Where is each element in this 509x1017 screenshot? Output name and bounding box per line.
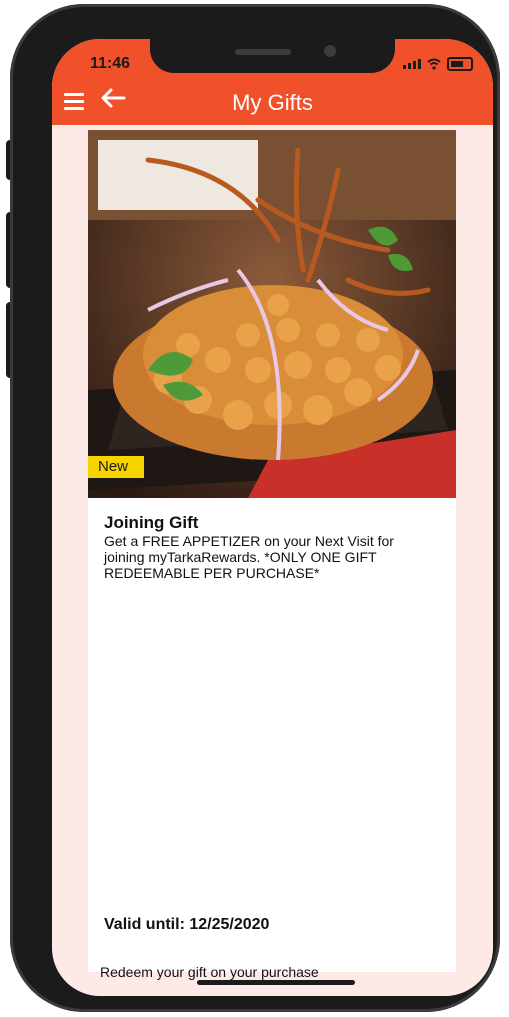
battery-icon bbox=[447, 57, 473, 71]
app-header: 11:46 My Gifts bbox=[52, 39, 493, 125]
wifi-icon bbox=[427, 58, 441, 70]
screen: 11:46 My Gifts New Joining Gift Get a FR… bbox=[52, 39, 493, 996]
status-icons bbox=[403, 57, 473, 71]
redeem-note: Redeem your gift on your purchase bbox=[100, 964, 319, 980]
notch bbox=[150, 39, 395, 73]
camera bbox=[324, 45, 336, 57]
status-time: 11:46 bbox=[90, 55, 131, 72]
gift-description: Get a FREE APPETIZER on your Next Visit … bbox=[104, 533, 394, 581]
home-indicator[interactable] bbox=[197, 980, 355, 985]
speaker bbox=[235, 49, 291, 55]
valid-until: Valid until: 12/25/2020 bbox=[104, 916, 270, 933]
gift-image: New bbox=[88, 130, 456, 498]
phone-frame: 11:46 My Gifts New Joining Gift Get a FR… bbox=[10, 4, 500, 1012]
gift-card[interactable]: New Joining Gift Get a FREE APPETIZER on… bbox=[88, 130, 456, 980]
page-title: My Gifts bbox=[232, 90, 313, 115]
gift-title: Joining Gift bbox=[104, 513, 199, 532]
signal-icon bbox=[403, 59, 421, 69]
new-badge: New bbox=[88, 456, 144, 478]
